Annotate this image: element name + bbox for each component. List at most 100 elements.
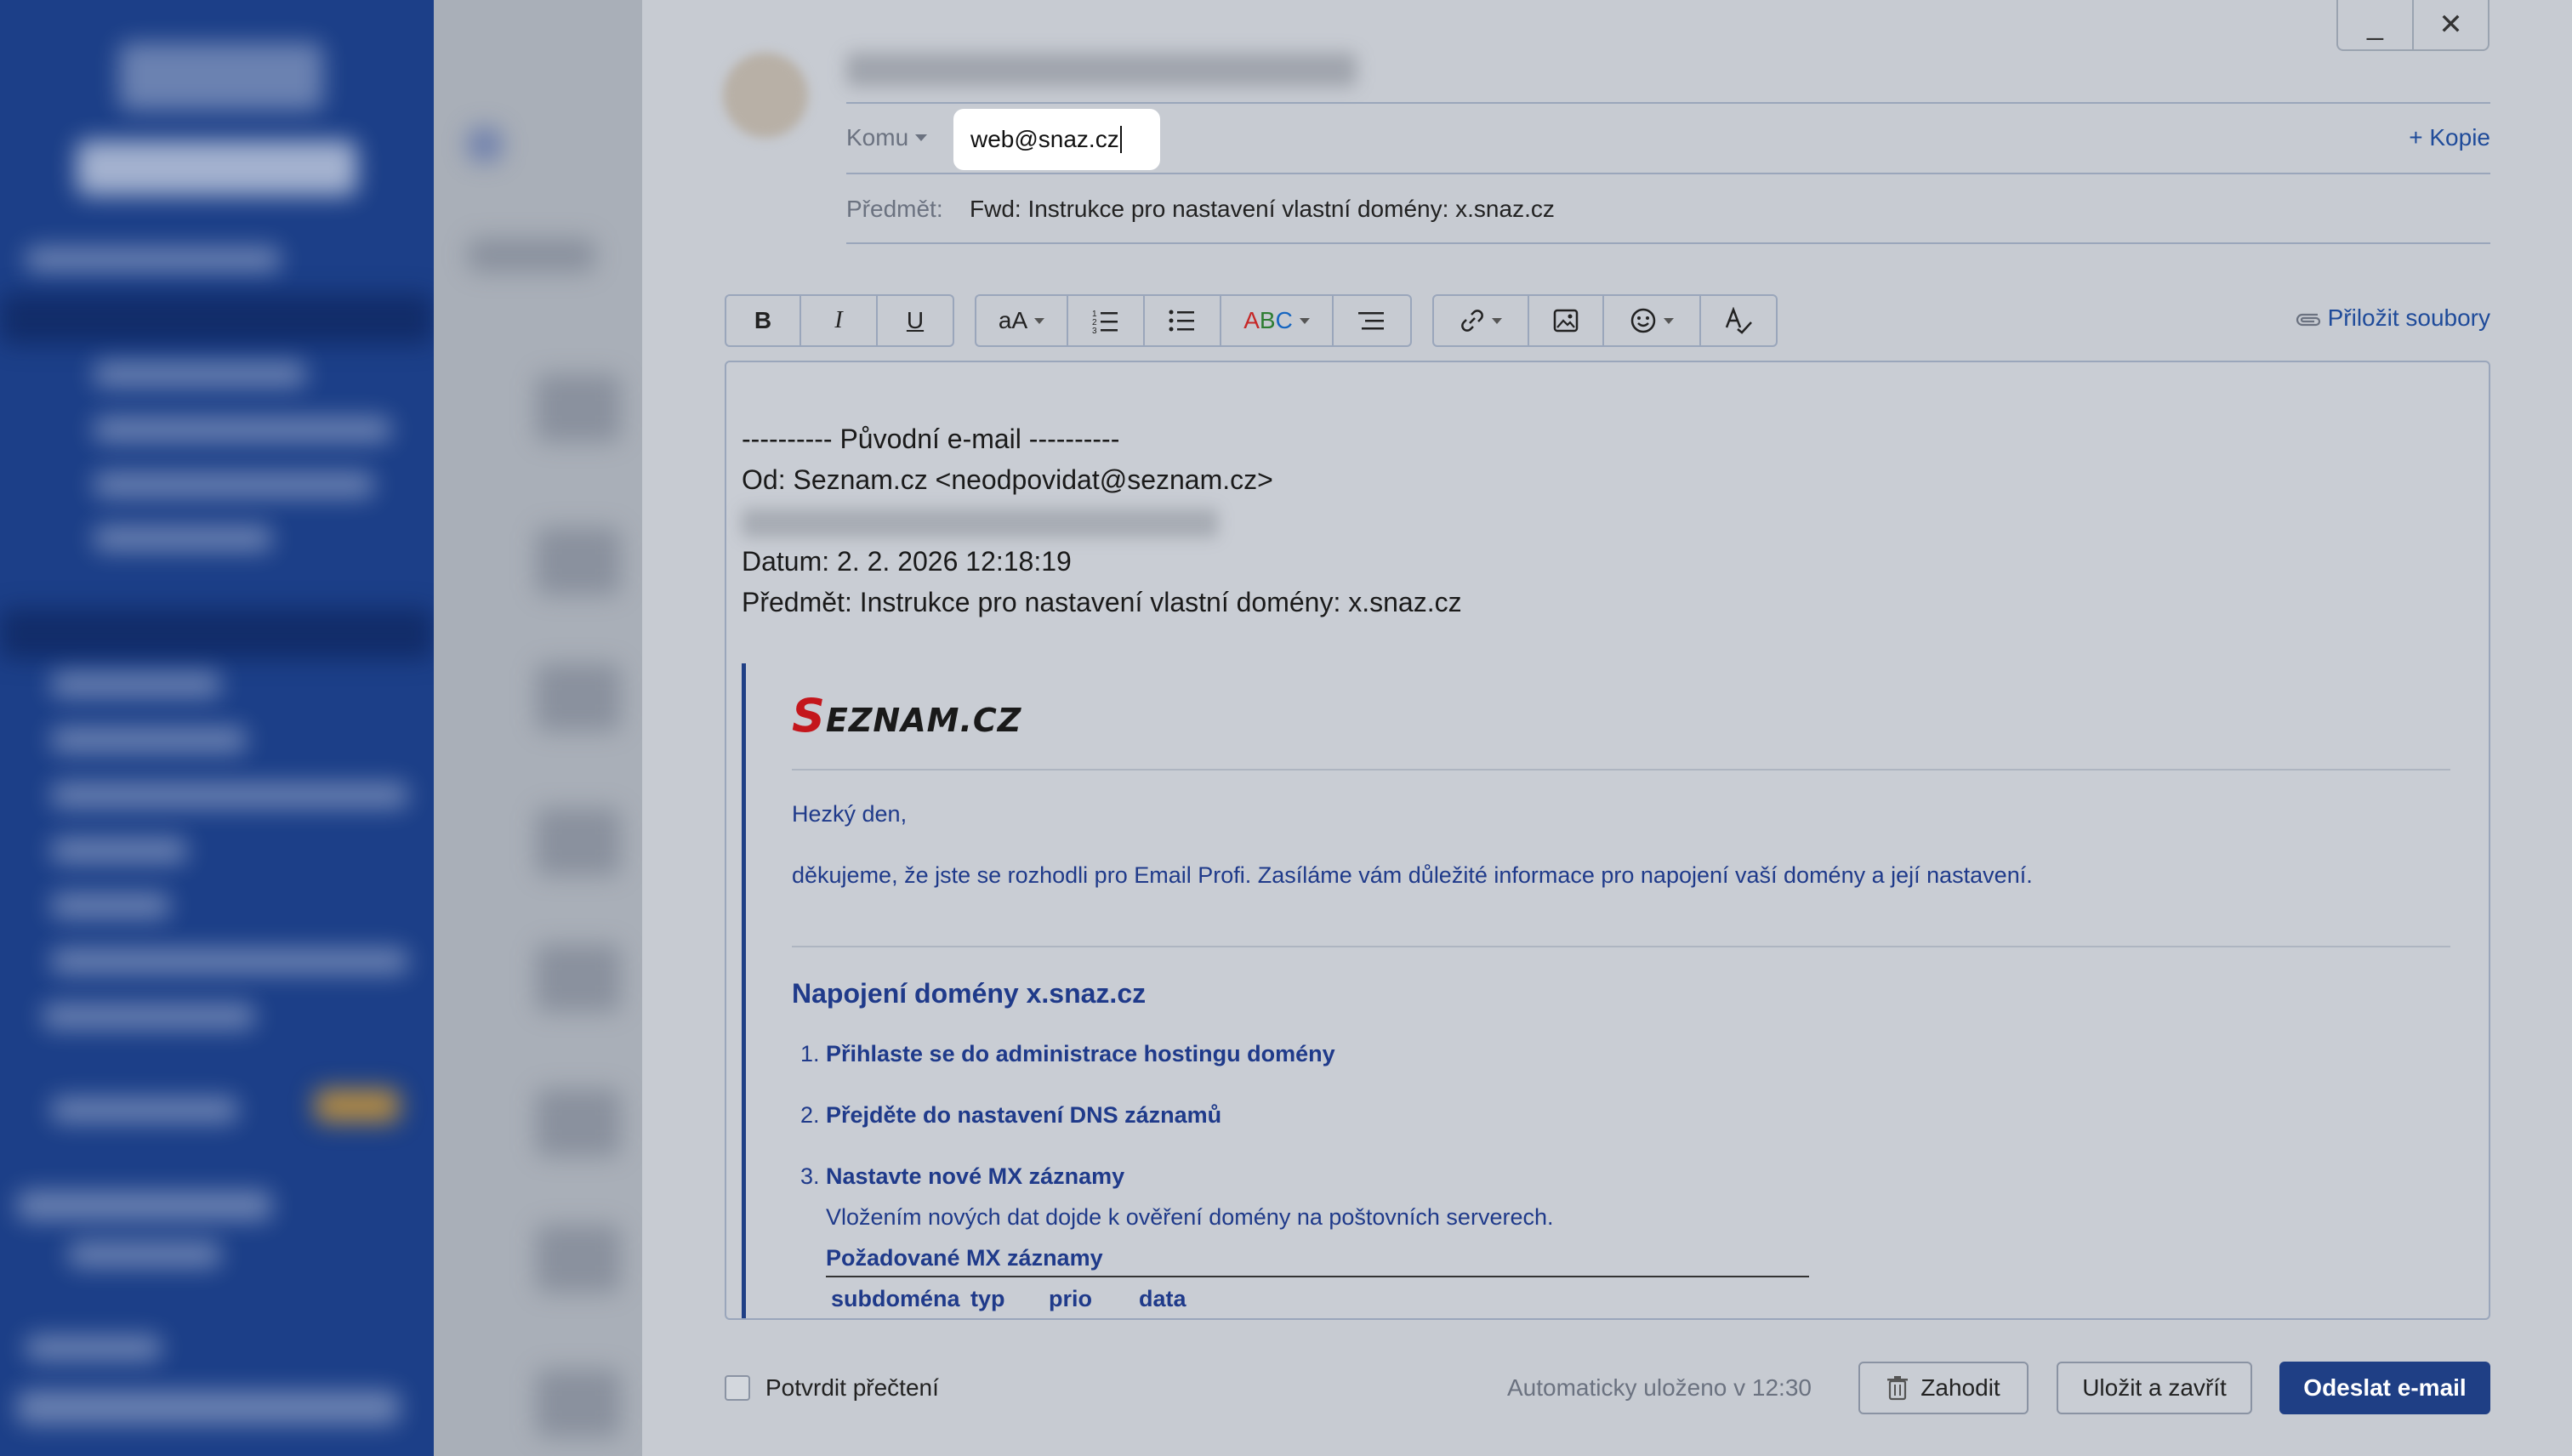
divider xyxy=(846,242,2490,244)
trash-icon xyxy=(1887,1376,1909,1401)
mx-column-header: subdoména xyxy=(831,1286,960,1311)
blurred-checkbox xyxy=(468,128,502,162)
blurred-row xyxy=(536,374,621,442)
to-input[interactable]: web@snaz.cz xyxy=(953,109,1160,170)
divider xyxy=(792,946,2450,947)
add-cc-link[interactable]: + Kopie xyxy=(2409,124,2490,151)
send-label: Odeslat e-mail xyxy=(2303,1374,2467,1401)
blurred-item xyxy=(94,472,374,498)
link-button[interactable] xyxy=(1434,296,1529,345)
close-button[interactable]: ✕ xyxy=(2414,0,2488,49)
font-size-button[interactable]: aA xyxy=(976,296,1068,345)
original-subject-line: Předmět: Instrukce pro nastavení vlastní… xyxy=(742,587,1462,617)
align-button[interactable] xyxy=(1334,296,1410,345)
blurred-item xyxy=(51,948,408,974)
mx-records-title: Požadované MX záznamy xyxy=(826,1245,1103,1271)
chevron-down-icon xyxy=(1664,317,1674,324)
blurred-item-active xyxy=(0,608,434,659)
underline-icon: U xyxy=(906,307,925,333)
read-receipt-checkbox[interactable] xyxy=(725,1375,750,1401)
blurred-item xyxy=(94,361,306,387)
attach-files-button[interactable]: Přiložit soubory xyxy=(2292,304,2490,332)
ordered-list-icon: 123 xyxy=(1092,310,1118,333)
link-icon xyxy=(1461,310,1483,332)
underline-button[interactable]: U xyxy=(878,296,953,345)
original-date-line: Datum: 2. 2. 2026 12:18:19 xyxy=(742,546,1072,577)
blurred-item xyxy=(51,782,408,808)
emoji-icon xyxy=(1630,308,1656,333)
message-body-editor[interactable]: ---------- Původní e-mail ---------- Od:… xyxy=(725,361,2490,1320)
chevron-down-icon xyxy=(1492,317,1502,324)
attach-files-label: Přiložit soubory xyxy=(2327,304,2490,331)
text-cursor xyxy=(1119,126,1122,153)
blurred-row xyxy=(536,1225,621,1293)
blurred-item xyxy=(51,838,187,863)
to-selector[interactable]: Komu xyxy=(846,124,928,151)
align-icon xyxy=(1358,312,1384,330)
seznam-logo: SEZNAM.CZ xyxy=(792,689,1022,742)
blurred-row xyxy=(536,527,621,595)
text-color-button[interactable]: ABC xyxy=(1221,296,1334,345)
step-item: 2. Přejděte do nastavení DNS záznamů xyxy=(800,1102,1222,1128)
background-sidebar xyxy=(0,0,434,1456)
blurred-item xyxy=(43,1004,255,1029)
to-label: Komu xyxy=(846,124,909,151)
original-email-separator: ---------- Původní e-mail ---------- xyxy=(742,424,1120,454)
subject-input[interactable]: Fwd: Instrukce pro nastavení vlastní dom… xyxy=(970,196,1555,223)
background-message-list xyxy=(434,0,642,1456)
svg-text:3: 3 xyxy=(1092,327,1097,333)
minimize-icon: _ xyxy=(2367,8,2383,41)
blurred-item xyxy=(51,1097,238,1123)
original-from-line: Od: Seznam.cz <neodpovidat@seznam.cz> xyxy=(742,464,1273,495)
blurred-item xyxy=(94,526,272,551)
read-receipt-option[interactable]: Potvrdit přečtení xyxy=(725,1374,939,1402)
bold-button[interactable]: B xyxy=(726,296,801,345)
emoji-button[interactable] xyxy=(1604,296,1701,345)
intro-text: děkujeme, že jste se rozhodli pro Email … xyxy=(792,862,2033,888)
mx-column-header: prio xyxy=(1049,1286,1092,1311)
autosave-status: Automaticky uloženo v 12:30 xyxy=(1507,1374,1812,1401)
blurred-item xyxy=(26,247,281,272)
chevron-down-icon xyxy=(1299,317,1310,324)
insert-image-button[interactable] xyxy=(1529,296,1604,345)
mx-column-header: typ xyxy=(970,1286,1005,1311)
save-close-button[interactable]: Uložit a zavřít xyxy=(2057,1362,2252,1414)
send-button[interactable]: Odeslat e-mail xyxy=(2279,1362,2490,1414)
subject-label: Předmět: xyxy=(846,196,943,222)
font-size-icon: aA xyxy=(998,307,1028,333)
greeting-text: Hezký den, xyxy=(792,801,908,827)
blurred-row xyxy=(468,238,595,272)
bullet-list-button[interactable] xyxy=(1145,296,1221,345)
step-item: 1. Přihlaste se do administrace hostingu … xyxy=(800,1041,1335,1066)
toolbar-group-insert xyxy=(1432,294,1778,347)
italic-icon: I xyxy=(834,307,843,333)
blurred-button xyxy=(77,140,357,196)
italic-button[interactable]: I xyxy=(801,296,878,345)
paperclip-icon xyxy=(2296,313,2320,327)
blurred-row xyxy=(536,1369,621,1437)
bullet-list-icon xyxy=(1169,310,1194,332)
chevron-down-icon xyxy=(915,134,928,141)
divider xyxy=(792,769,2450,771)
blurred-item-active xyxy=(0,293,434,344)
spellcheck-button[interactable] xyxy=(1701,296,1776,345)
image-icon xyxy=(1553,309,1579,333)
minimize-button[interactable]: _ xyxy=(2338,0,2414,49)
blurred-row xyxy=(536,663,621,731)
blurred-item xyxy=(51,727,247,753)
blurred-row xyxy=(536,808,621,876)
blurred-bottom-icons xyxy=(17,1391,400,1425)
blurred-item xyxy=(51,893,170,919)
ordered-list-button[interactable]: 123 xyxy=(1068,296,1145,345)
blurred-item xyxy=(26,1335,162,1361)
blurred-row xyxy=(536,1089,621,1157)
discard-button[interactable]: Zahodit xyxy=(1858,1362,2029,1414)
toolbar-group-text: aA 123 ABC xyxy=(975,294,1412,347)
sender-field-blurred xyxy=(846,53,1357,87)
original-to-line-blurred xyxy=(742,509,1218,537)
spellcheck-icon xyxy=(1725,307,1752,334)
domain-heading: Napojení domény x.snaz.cz xyxy=(792,978,1147,1009)
step-item: 3. Nastavte nové MX záznamy xyxy=(800,1163,1125,1189)
mx-table-rule xyxy=(826,1276,1809,1277)
blurred-logo xyxy=(119,43,323,111)
